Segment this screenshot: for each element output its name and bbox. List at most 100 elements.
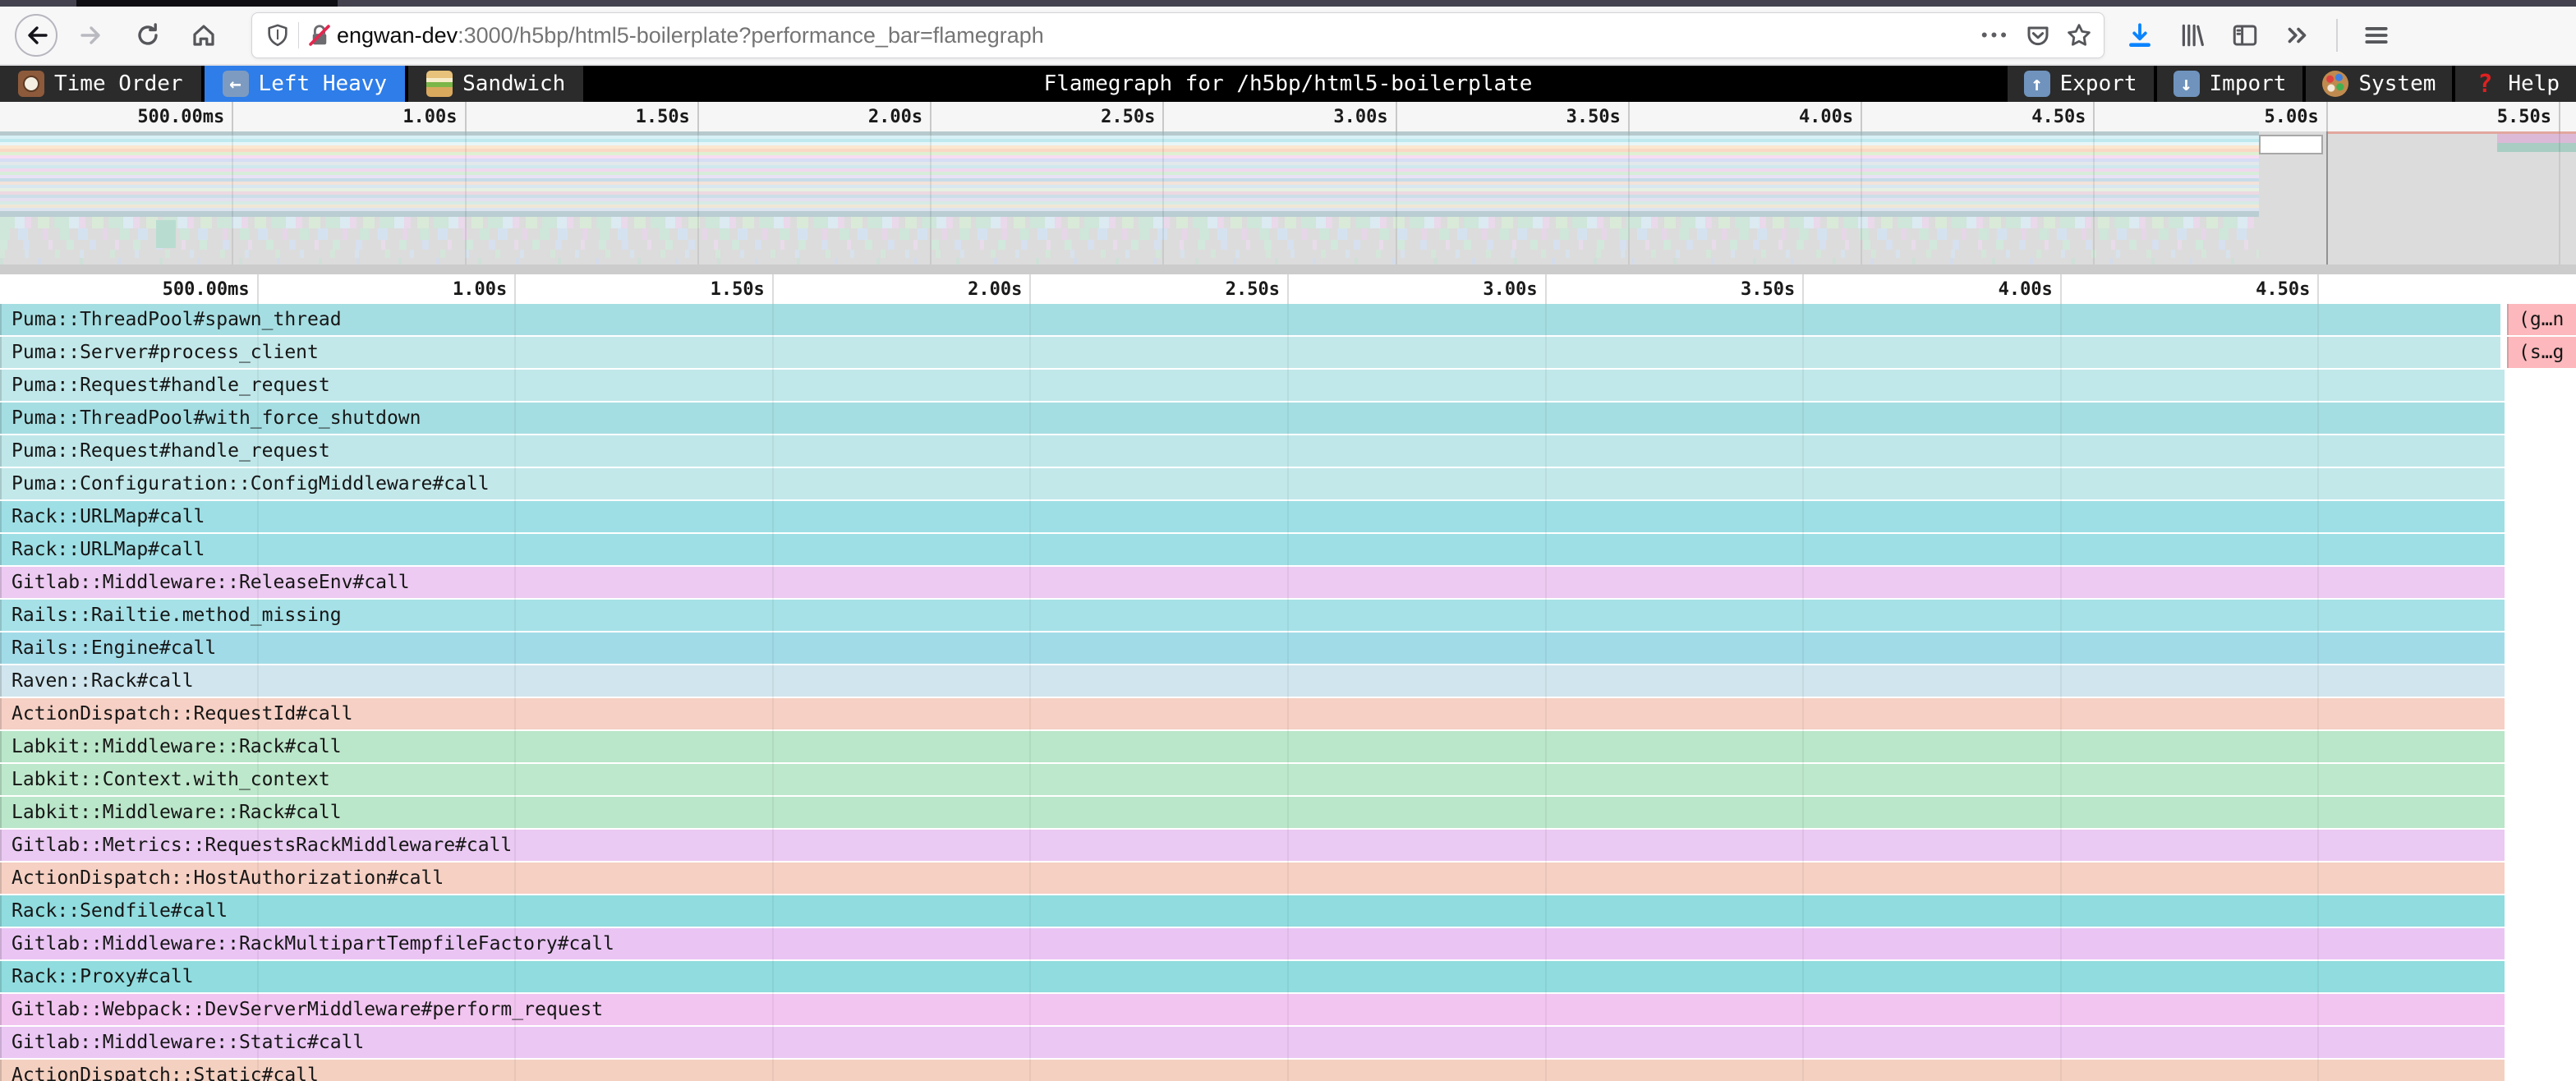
flame-frame[interactable]: Puma::Request#handle_request (0, 370, 2505, 401)
shield-icon[interactable] (265, 23, 290, 48)
library-icon[interactable] (2178, 21, 2206, 49)
flame-row: Rack::Sendfile#call (0, 895, 2576, 927)
bookmark-star-icon[interactable] (2066, 22, 2092, 48)
flame-frame-gc[interactable]: (g…n (2507, 304, 2576, 335)
overflow-chevrons-icon[interactable] (2284, 21, 2312, 49)
flame-frame[interactable]: Puma::ThreadPool#spawn_thread (0, 304, 2500, 335)
flame-row: Puma::Request#handle_request (0, 435, 2576, 467)
flame-frame[interactable]: Puma::Configuration::ConfigMiddleware#ca… (0, 468, 2505, 499)
frame-label: Gitlab::Middleware::RackMultipartTempfil… (0, 933, 614, 954)
minimap-divider (0, 264, 2576, 274)
home-button[interactable] (191, 22, 217, 48)
flame-frame[interactable]: Raven::Rack#call (0, 665, 2505, 697)
ruler-tick (930, 102, 932, 131)
url-text[interactable]: engwan-dev:3000/h5bp/html5-boilerplate?p… (337, 23, 1044, 48)
flame-frame[interactable]: Gitlab::Middleware::Static#call (0, 1027, 2505, 1058)
sandwich-icon (426, 71, 453, 97)
page-actions-icon[interactable]: ••• (1981, 25, 2010, 46)
flame-row: Rails::Railtie.method_missing (0, 600, 2576, 631)
back-icon (23, 22, 49, 48)
ruler-tick-label: 3.50s (1566, 102, 1621, 131)
minimap-gridline (930, 131, 932, 264)
frame-label: Puma::Request#handle_request (0, 375, 330, 396)
flame-frame[interactable]: Labkit::Context.with_context (0, 764, 2505, 795)
flame-frame[interactable]: Gitlab::Metrics::RequestsRackMiddleware#… (0, 830, 2505, 861)
tab-sandwich-label: Sandwich (462, 71, 565, 96)
reload-button[interactable] (135, 22, 161, 48)
export-label: Export (2060, 71, 2137, 96)
flame-row: Puma::ThreadPool#spawn_thread(g…n (0, 304, 2576, 335)
ruler-tick-label: 2.50s (1226, 274, 1280, 304)
url-bar[interactable]: engwan-dev:3000/h5bp/html5-boilerplate?p… (251, 12, 2104, 58)
ruler-tick (697, 102, 699, 131)
minimap-depth-band (0, 240, 2259, 250)
flame-frame[interactable]: ActionDispatch::RequestId#call (0, 698, 2505, 729)
flame-row: Gitlab::Middleware::ReleaseEnv#call (0, 567, 2576, 598)
insecure-lock-icon[interactable] (307, 23, 332, 48)
flame-frame[interactable]: Rails::Railtie.method_missing (0, 600, 2505, 631)
flame-frame[interactable]: Labkit::Middleware::Rack#call (0, 797, 2505, 828)
forward-button[interactable] (79, 22, 105, 48)
pocket-icon[interactable] (2025, 22, 2051, 48)
minimap-viewport-box[interactable] (2259, 135, 2323, 154)
back-button[interactable] (15, 14, 58, 57)
frame-label: Rails::Engine#call (0, 637, 216, 659)
help-button[interactable]: ? Help (2455, 66, 2576, 102)
flame-row: Gitlab::Middleware::RackMultipartTempfil… (0, 928, 2576, 959)
ruler-tick (1545, 274, 1547, 304)
flame-frame[interactable]: Puma::Server#process_client (0, 337, 2500, 368)
help-label: Help (2508, 71, 2560, 96)
minimap-gridline (465, 131, 467, 264)
flame-frame[interactable]: Gitlab::Webpack::DevServerMiddleware#per… (0, 994, 2505, 1025)
flame-frame[interactable]: Gitlab::Middleware::RackMultipartTempfil… (0, 928, 2505, 959)
import-label: Import (2210, 71, 2287, 96)
flamegraph-view[interactable]: Puma::ThreadPool#spawn_thread(g…nPuma::S… (0, 304, 2576, 1081)
export-button[interactable]: ↑ Export (2008, 66, 2154, 102)
flame-frame[interactable]: Gitlab::Middleware::ReleaseEnv#call (0, 567, 2505, 598)
downloads-icon[interactable] (2126, 21, 2154, 49)
reload-icon (135, 22, 161, 48)
tab-time-order[interactable]: Time Order (0, 66, 201, 102)
ruler-tick (772, 274, 774, 304)
urlbar-divider (298, 22, 299, 48)
ruler-tick-label: 3.00s (1333, 102, 1387, 131)
flame-frame[interactable]: ActionDispatch::HostAuthorization#call (0, 862, 2505, 894)
frame-label: Rack::URLMap#call (0, 506, 205, 527)
minimap-depth-band (0, 258, 2259, 264)
flame-frame-gc[interactable]: (s…g (2507, 337, 2576, 368)
minimap[interactable] (0, 131, 2576, 264)
url-host: engwan-dev (337, 23, 458, 48)
flame-frame[interactable]: Labkit::Middleware::Rack#call (0, 731, 2505, 762)
import-button[interactable]: ↓ Import (2157, 66, 2303, 102)
minimap-gridline (2093, 131, 2095, 264)
system-label: System (2358, 71, 2436, 96)
minimap-gridline (232, 131, 233, 264)
minimap-ruler: 500.00ms1.00s1.50s2.00s2.50s3.00s3.50s4.… (0, 102, 2576, 131)
ruler-tick (2060, 274, 2062, 304)
flame-frame[interactable]: Rack::Sendfile#call (0, 895, 2505, 927)
flame-row: Rack::URLMap#call (0, 501, 2576, 532)
minimap-gridline (1861, 131, 1862, 264)
tab-left-heavy-label: Left Heavy (259, 71, 388, 96)
flame-frame[interactable]: Puma::ThreadPool#with_force_shutdown (0, 402, 2505, 434)
tab-sandwich[interactable]: Sandwich (408, 66, 583, 102)
home-icon (191, 22, 217, 48)
frame-label: Rails::Railtie.method_missing (0, 605, 342, 626)
flame-row: Labkit::Middleware::Rack#call (0, 731, 2576, 762)
flame-frame[interactable]: Rack::URLMap#call (0, 534, 2505, 565)
flame-frame[interactable]: Rails::Engine#call (0, 632, 2505, 664)
flame-frame[interactable]: Puma::Request#handle_request (0, 435, 2505, 467)
ruler-tick-label: 2.50s (1101, 102, 1155, 131)
ruler-tick (2559, 102, 2560, 131)
sidebar-icon[interactable] (2231, 21, 2259, 49)
tab-left-heavy[interactable]: ← Left Heavy (205, 66, 406, 102)
minimap-gridline (1628, 131, 1630, 264)
menu-hamburger-icon[interactable] (2362, 21, 2390, 49)
minimap-teal-block (156, 220, 176, 248)
system-button[interactable]: System (2306, 66, 2452, 102)
flame-frame[interactable]: Rack::Proxy#call (0, 961, 2505, 992)
flame-frame[interactable]: Rack::URLMap#call (0, 501, 2505, 532)
browser-toolbar: engwan-dev:3000/h5bp/html5-boilerplate?p… (0, 7, 2576, 66)
flame-row: Rack::Proxy#call (0, 961, 2576, 992)
flame-frame[interactable]: ActionDispatch::Static#call (0, 1060, 2505, 1081)
